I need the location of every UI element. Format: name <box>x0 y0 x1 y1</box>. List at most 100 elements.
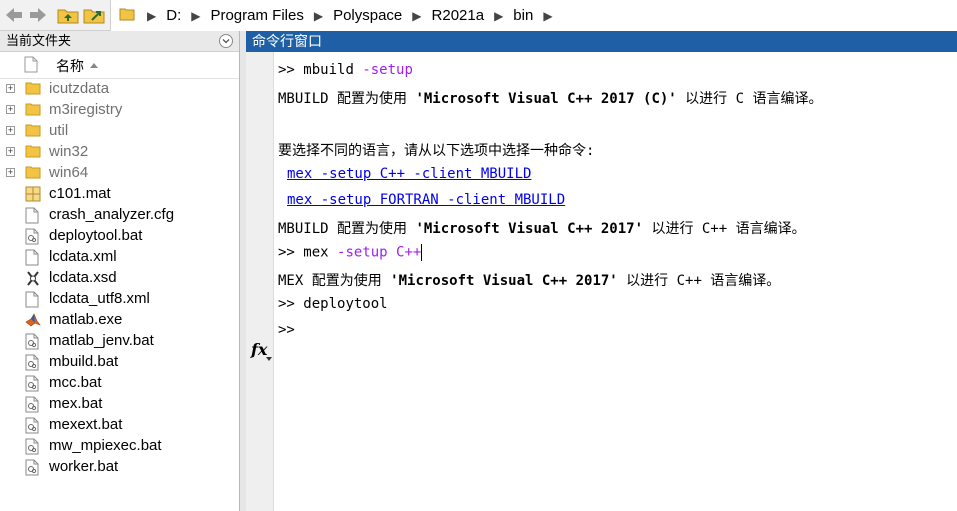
file-row[interactable]: mbuild.bat <box>0 352 240 373</box>
file-row[interactable]: lcdata.xml <box>0 247 240 268</box>
document-icon <box>25 207 41 224</box>
folder-icon <box>111 7 141 25</box>
file-row[interactable]: matlab_jenv.bat <box>0 331 240 352</box>
file-name: mw_mpiexec.bat <box>49 437 162 454</box>
batch-file-icon <box>25 396 41 413</box>
folder-icon <box>25 144 41 161</box>
file-name: m3iregistry <box>49 101 123 118</box>
file-name: crash_analyzer.cfg <box>49 206 175 223</box>
folder-row[interactable]: + util <box>0 121 240 142</box>
file-row[interactable]: lcdata.xsd <box>0 268 240 289</box>
batch-file-icon <box>25 438 41 455</box>
expand-plus-icon[interactable]: + <box>6 105 15 114</box>
file-name: mbuild.bat <box>49 353 119 370</box>
file-name: mcc.bat <box>49 374 102 391</box>
expand-plus-icon[interactable]: + <box>6 126 15 135</box>
file-row[interactable]: mexext.bat <box>0 415 240 436</box>
folder-row[interactable]: + win32 <box>0 142 240 163</box>
toolbar: ▶ D: ▶ Program Files ▶ Polyspace ▶ R2021… <box>0 0 957 31</box>
command-window-title: 命令行窗口 <box>246 31 957 52</box>
file-name: worker.bat <box>49 458 119 475</box>
mex-setup-cpp-link[interactable]: mex -setup C++ -client MBUILD <box>287 166 531 182</box>
console-line: >> deploytool <box>278 296 388 312</box>
console-line: >> mbuild -setup <box>278 62 413 78</box>
mat-file-icon <box>25 186 41 203</box>
file-row[interactable]: deploytool.bat <box>0 226 240 247</box>
file-type-column-icon[interactable] <box>24 56 38 77</box>
batch-file-icon <box>25 417 41 434</box>
matlab-logo-icon <box>25 312 41 329</box>
expand-plus-icon[interactable]: + <box>6 84 15 93</box>
file-row[interactable]: mcc.bat <box>0 373 240 394</box>
document-icon <box>25 291 41 308</box>
current-folder-panel: 当前文件夹 名称 + icutzdata + m3iregistry + util + win… <box>0 31 240 511</box>
command-argument: -setup <box>362 62 413 78</box>
mex-setup-fortran-link[interactable]: mex -setup FORTRAN -client MBUILD <box>287 192 565 208</box>
forward-arrow-icon[interactable] <box>28 4 48 26</box>
function-browser-icon[interactable]: fx <box>251 340 273 361</box>
breadcrumb-r2021a[interactable]: R2021a <box>428 7 489 24</box>
chevron-right-icon[interactable]: ▶ <box>406 9 427 23</box>
up-folder-icon[interactable] <box>56 4 80 26</box>
console-line: 要选择不同的语言，请从以下选项中选择一种命令: <box>278 143 595 159</box>
file-name: mex.bat <box>49 395 103 412</box>
console-line: >> mex -setup C++ <box>278 244 423 261</box>
chevron-right-icon[interactable]: ▶ <box>537 9 558 23</box>
document-icon <box>25 249 41 266</box>
file-row[interactable]: matlab.exe <box>0 310 240 331</box>
prompt: >> <box>278 296 295 312</box>
breadcrumb-bin[interactable]: bin <box>509 7 537 24</box>
file-row[interactable]: lcdata_utf8.xml <box>0 289 240 310</box>
folder-icon <box>25 102 41 119</box>
file-row[interactable]: mw_mpiexec.bat <box>0 436 240 457</box>
prompt: >> <box>278 322 295 338</box>
folder-icon <box>25 123 41 140</box>
file-name: lcdata_utf8.xml <box>49 290 150 307</box>
batch-file-icon <box>25 333 41 350</box>
file-name: win32 <box>49 143 89 160</box>
console-line: MBUILD 配置为使用 'Microsoft Visual C++ 2017 … <box>278 91 823 107</box>
xsd-file-icon <box>25 270 41 287</box>
breadcrumb-polyspace[interactable]: Polyspace <box>329 7 406 24</box>
file-name: lcdata.xsd <box>49 269 117 286</box>
folder-row[interactable]: + win64 <box>0 163 240 184</box>
text-cursor <box>421 244 423 261</box>
console-line: MBUILD 配置为使用 'Microsoft Visual C++ 2017'… <box>278 221 806 237</box>
command-gutter: fx <box>246 52 274 511</box>
chevron-right-icon[interactable]: ▶ <box>185 9 206 23</box>
folder-row[interactable]: + icutzdata <box>0 79 240 100</box>
file-name: lcdata.xml <box>49 248 117 265</box>
name-column-header[interactable]: 名称 <box>56 56 84 76</box>
file-list-header[interactable]: 名称 <box>0 52 239 79</box>
chevron-right-icon[interactable]: ▶ <box>488 9 509 23</box>
file-name: icutzdata <box>49 80 110 97</box>
command-output[interactable]: >> mbuild -setup MBUILD 配置为使用 'Microsoft… <box>278 52 954 511</box>
file-name: deploytool.bat <box>49 227 143 244</box>
expand-plus-icon[interactable]: + <box>6 168 15 177</box>
file-row[interactable]: crash_analyzer.cfg <box>0 205 240 226</box>
batch-file-icon <box>25 354 41 371</box>
file-row[interactable]: worker.bat <box>0 457 240 478</box>
chevron-right-icon[interactable]: ▶ <box>308 9 329 23</box>
prompt: >> <box>278 244 295 261</box>
file-name: matlab.exe <box>49 311 123 328</box>
expand-plus-icon[interactable]: + <box>6 147 15 156</box>
chevron-right-icon[interactable]: ▶ <box>141 9 162 23</box>
breadcrumb-program-files[interactable]: Program Files <box>206 7 307 24</box>
file-name: win64 <box>49 164 89 181</box>
sort-ascending-icon <box>90 63 98 68</box>
file-row[interactable]: mex.bat <box>0 394 240 415</box>
folder-icon <box>25 165 41 182</box>
command-input-line[interactable]: >> <box>278 322 295 338</box>
folder-row[interactable]: + m3iregistry <box>0 100 240 121</box>
file-row[interactable]: c101.mat <box>0 184 240 205</box>
file-list: + icutzdata + m3iregistry + util + win32 + win64 c… <box>0 79 240 478</box>
prompt: >> <box>278 62 295 78</box>
browse-folder-icon[interactable] <box>82 4 106 26</box>
back-arrow-icon[interactable] <box>4 4 24 26</box>
file-name: mexext.bat <box>49 416 123 433</box>
batch-file-icon <box>25 375 41 392</box>
address-bar[interactable]: ▶ D: ▶ Program Files ▶ Polyspace ▶ R2021… <box>110 0 957 31</box>
breadcrumb-drive[interactable]: D: <box>162 7 185 24</box>
panel-menu-icon[interactable] <box>219 34 233 48</box>
